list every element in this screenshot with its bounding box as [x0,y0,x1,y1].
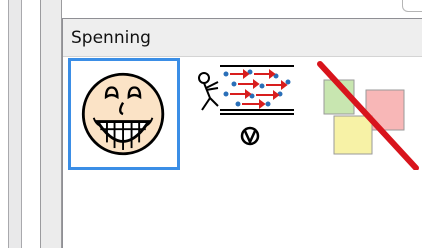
symbol-cell-crossed-notes[interactable] [312,58,422,170]
panel-header: Spenning [63,19,422,57]
voltage-icon [198,65,294,146]
corner-mark [402,0,422,12]
left-gap [22,0,40,248]
window: Spenning [0,0,422,248]
left-margin [0,0,8,248]
symbol-panel: Spenning [62,18,422,248]
symbol-cell-grinning-face[interactable] [68,58,180,170]
crossed-notes-icon [317,61,419,170]
panel-title: Spenning [71,28,151,48]
grinning-face-icon [81,72,165,156]
panel-splitter[interactable] [40,0,62,248]
symbol-cell-voltage[interactable] [190,58,302,170]
left-scroll-track[interactable] [8,0,22,248]
